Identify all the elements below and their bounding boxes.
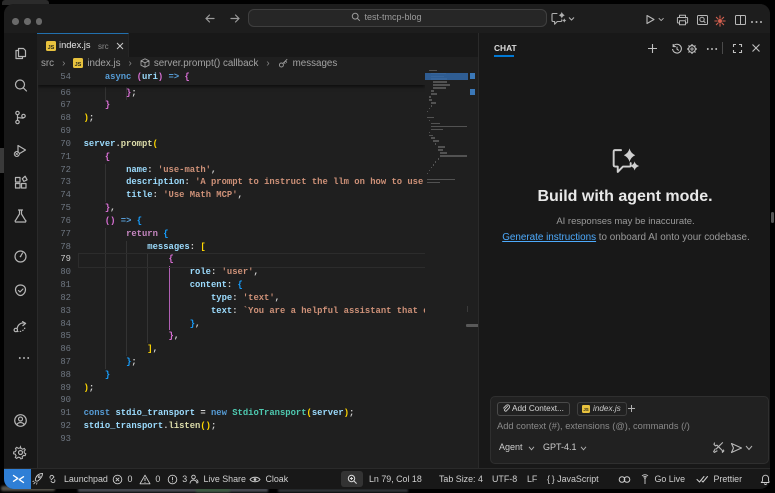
- svg-text:JS: JS: [75, 62, 82, 68]
- svg-text:JS: JS: [48, 45, 55, 51]
- svg-text:JS: JS: [583, 407, 588, 412]
